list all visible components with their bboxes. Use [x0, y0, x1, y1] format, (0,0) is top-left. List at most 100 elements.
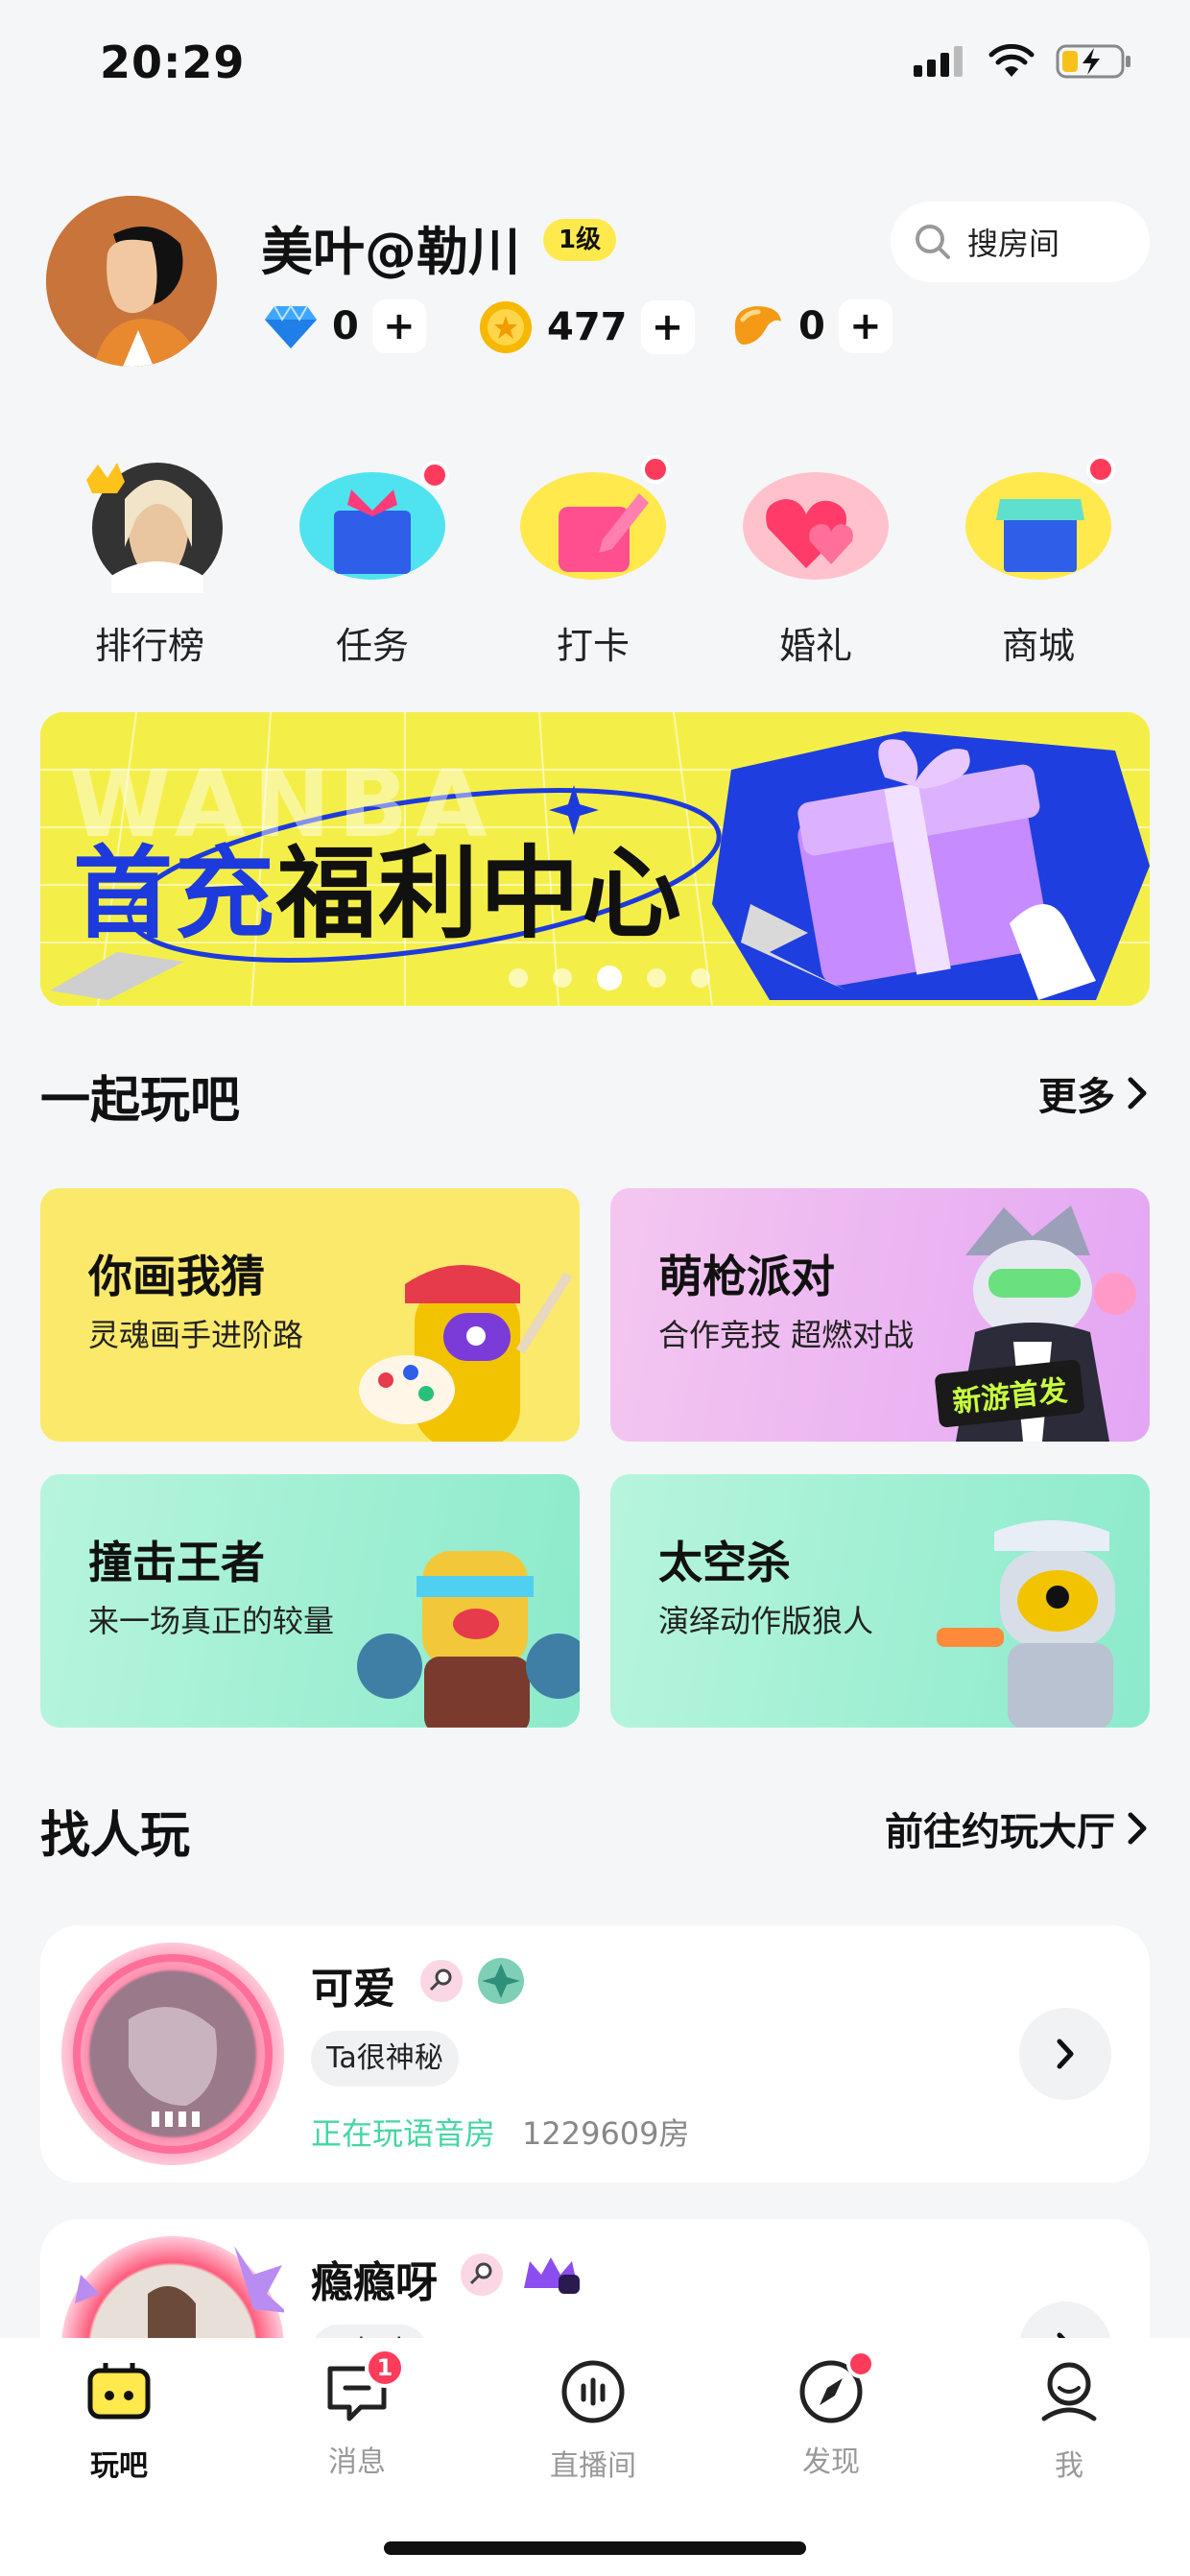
- play-together-more-link[interactable]: 更多: [1038, 1065, 1150, 1121]
- quick-entry-label: 商城: [1001, 625, 1075, 667]
- signal-icon: [914, 46, 963, 77]
- crown-badge-icon: [524, 2257, 580, 2294]
- quick-entry-label: 打卡: [556, 625, 630, 667]
- diamond-count: 0: [332, 304, 359, 348]
- game-subtitle: 来一场真正的较量: [88, 1603, 335, 1639]
- player-tag: Ta很神秘: [311, 2031, 459, 2087]
- chevron-right-icon: [1057, 2039, 1074, 2069]
- tab-messages[interactable]: 1 消息: [290, 2348, 424, 2480]
- wifi-icon: [988, 44, 1035, 77]
- diamond-wallet: 0 +: [263, 299, 426, 353]
- banner-title: 首充福利中心: [73, 812, 683, 957]
- game-title: 太空杀: [658, 1537, 791, 1588]
- coin-count: 477: [547, 305, 628, 349]
- player-room: 1229609房: [522, 2115, 690, 2152]
- chevron-right-icon: [1128, 1812, 1147, 1845]
- shop-icon: [962, 455, 1115, 585]
- tab-play[interactable]: 玩吧: [52, 2357, 186, 2484]
- user-avatar[interactable]: [46, 196, 217, 367]
- first-charge-banner[interactable]: WANBA 首充福利中心: [40, 712, 1150, 1006]
- find-people-more-link[interactable]: 前往约玩大厅: [885, 1801, 1150, 1856]
- bean-plus-button[interactable]: +: [838, 299, 892, 353]
- quick-entry-shop[interactable]: 商城: [952, 455, 1125, 669]
- game-title: 萌枪派对: [658, 1251, 835, 1302]
- banner-dot[interactable]: [647, 968, 666, 988]
- player-badge-icon: [420, 1960, 463, 2002]
- banner-dot[interactable]: [553, 968, 572, 988]
- draw-guess-mascot: [359, 1265, 573, 1442]
- quick-entry-checkin[interactable]: 打卡: [507, 455, 679, 669]
- more-label: 更多: [1038, 1075, 1115, 1119]
- tab-label: 发现: [802, 2445, 860, 2479]
- coin-icon: [480, 301, 532, 353]
- banner-title-blue: 首充: [73, 835, 277, 952]
- rank-badge-icon: [478, 1958, 524, 2004]
- player-badge-icon: [461, 2254, 503, 2296]
- game-subtitle: 合作竞技 超燃对战: [658, 1317, 915, 1353]
- player-status: 正在玩语音房: [311, 2115, 496, 2152]
- bean-count: 0: [798, 304, 825, 348]
- home-indicator[interactable]: [384, 2541, 806, 2555]
- player-name: 瘾瘾呀: [311, 2258, 438, 2307]
- search-room-input[interactable]: 搜房间: [891, 202, 1150, 282]
- tab-discover[interactable]: 发现: [764, 2349, 898, 2480]
- search-icon: [916, 225, 950, 259]
- ranking-icon: [73, 461, 226, 593]
- bean-wallet: 0 +: [729, 299, 892, 353]
- game-card-space-kill[interactable]: 太空杀 演绎动作版狼人: [610, 1474, 1150, 1728]
- discover-notification-dot: [846, 2349, 875, 2378]
- status-icons: [914, 42, 1132, 81]
- heart-icon: [739, 461, 892, 585]
- search-placeholder: 搜房间: [967, 226, 1060, 262]
- status-time: 20:29: [100, 36, 246, 88]
- checkin-icon: [516, 455, 670, 585]
- banner-dot[interactable]: [691, 968, 710, 988]
- profile-icon: [1041, 2362, 1097, 2421]
- game-card-clash-king[interactable]: 撞击王者 来一场真正的较量: [40, 1474, 580, 1728]
- coin-plus-button[interactable]: +: [640, 300, 695, 354]
- banner-dot-active[interactable]: [597, 966, 622, 990]
- battery-icon: [1056, 44, 1130, 79]
- tab-label: 消息: [328, 2445, 386, 2479]
- game-controller-icon: [87, 2363, 151, 2420]
- more-label: 前往约玩大厅: [885, 1810, 1115, 1854]
- game-title: 你画我猜: [88, 1251, 265, 1302]
- diamond-icon: [265, 304, 317, 348]
- shop-notification-dot: [1086, 455, 1115, 484]
- clash-king-mascot: [357, 1551, 580, 1728]
- player-card[interactable]: 可爱 Ta很神秘 正在玩语音房 1229609房: [40, 1925, 1150, 2182]
- quick-entry-tasks[interactable]: 任务: [286, 461, 459, 669]
- chevron-right-icon: [1128, 1077, 1147, 1109]
- banner-title-black: 福利中心: [276, 835, 684, 952]
- messages-count-badge: 1: [365, 2348, 405, 2388]
- game-title: 撞击王者: [88, 1537, 265, 1588]
- space-kill-mascot: [937, 1520, 1115, 1728]
- quick-entry-label: 排行榜: [94, 625, 204, 667]
- player-go-button[interactable]: [1019, 2008, 1111, 2100]
- checkin-notification-dot: [641, 455, 670, 484]
- diamond-plus-button[interactable]: +: [371, 299, 426, 353]
- bean-icon: [734, 306, 781, 345]
- game-card-cute-gun-party[interactable]: 新游首发 萌枪派对 合作竞技 超燃对战: [610, 1188, 1150, 1442]
- coin-wallet: 477 +: [478, 299, 695, 355]
- section-title-find-people: 找人玩: [40, 1807, 191, 1865]
- tab-label: 我: [1055, 2449, 1083, 2483]
- quick-entry-ranking[interactable]: 排行榜: [63, 461, 236, 669]
- tab-label: 玩吧: [90, 2449, 148, 2483]
- tab-live-room[interactable]: 直播间: [526, 2357, 660, 2484]
- banner-dot[interactable]: [509, 968, 528, 988]
- section-title-play-together: 一起玩吧: [40, 1072, 241, 1130]
- bottom-tab-bar: 玩吧 1 消息 直播间 发现 我: [0, 2338, 1190, 2576]
- banner-pagination: [509, 966, 710, 990]
- tab-me[interactable]: 我: [1002, 2357, 1136, 2484]
- game-card-draw-guess[interactable]: 你画我猜 灵魂画手进阶路: [40, 1188, 580, 1442]
- player-name: 可爱: [311, 1965, 395, 2014]
- quick-entry-wedding[interactable]: 婚礼: [729, 461, 902, 669]
- live-room-icon: [561, 2360, 625, 2423]
- player-avatar[interactable]: [61, 1943, 284, 2165]
- gift-box-icon: [296, 461, 449, 585]
- quick-entry-label: 任务: [335, 625, 409, 667]
- tab-label: 直播间: [550, 2449, 636, 2483]
- level-badge: 1级: [543, 219, 617, 261]
- quick-entry-label: 婚礼: [778, 625, 852, 667]
